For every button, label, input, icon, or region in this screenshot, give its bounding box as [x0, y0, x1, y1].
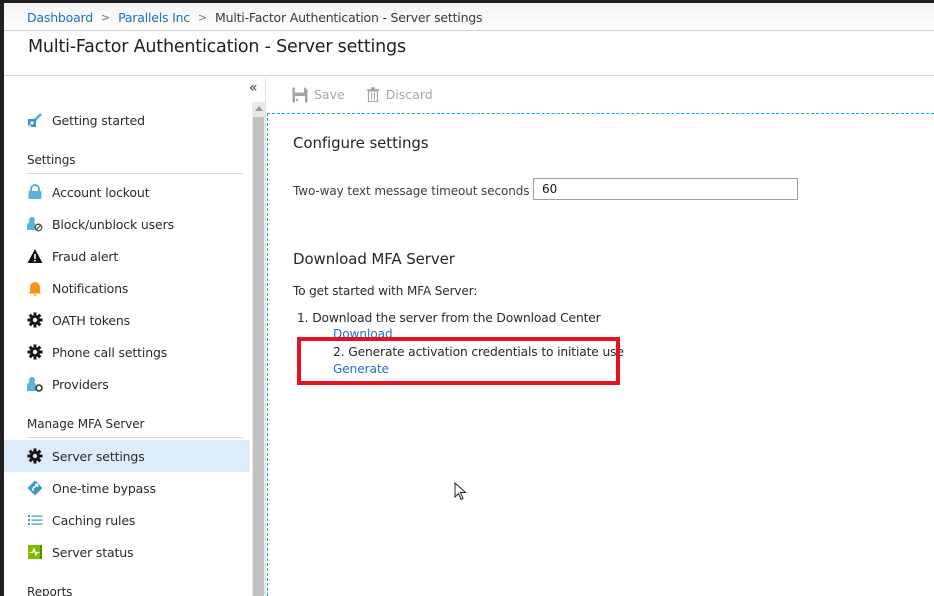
- sidebar-item-getting-started[interactable]: Getting started: [4, 104, 250, 136]
- download-intro-text: To get started with MFA Server:: [293, 284, 478, 298]
- section-divider: [27, 173, 243, 174]
- step-2-text: 2. Generate activation credentials to in…: [333, 345, 624, 359]
- section-label-manage-mfa-server: Manage MFA Server: [27, 417, 145, 431]
- configure-settings-heading: Configure settings: [293, 134, 429, 152]
- command-bar: Save Discard: [267, 77, 934, 112]
- lock-icon: [26, 183, 44, 201]
- sidebar-item-account-lockout[interactable]: Account lockout: [4, 176, 250, 208]
- save-button[interactable]: Save: [292, 87, 345, 103]
- sidebar-item-label: Block/unblock users: [52, 216, 174, 232]
- rocket-icon: [26, 111, 44, 129]
- gear-icon: [26, 447, 44, 465]
- sidebar-item-fraud-alert[interactable]: Fraud alert: [4, 240, 250, 272]
- main-content: Save Discard Configure settings Two-way …: [267, 77, 934, 596]
- warning-icon: [26, 247, 44, 265]
- sidebar-item-label: Caching rules: [52, 512, 136, 528]
- download-link[interactable]: Download: [333, 327, 393, 341]
- timeout-label: Two-way text message timeout seconds: [293, 184, 530, 198]
- breadcrumb-separator: >: [101, 11, 111, 24]
- section-divider: [27, 437, 243, 438]
- sidebar-item-caching-rules[interactable]: Caching rules: [4, 504, 250, 536]
- timeout-seconds-input[interactable]: [533, 178, 798, 200]
- sidebar: « Getting started Settings Account locko…: [4, 77, 266, 596]
- generate-link[interactable]: Generate: [333, 362, 389, 376]
- sidebar-item-notifications[interactable]: Notifications: [4, 272, 250, 304]
- portal-window: Dashboard > Parallels Inc > Multi-Factor…: [4, 3, 934, 596]
- bell-icon: [26, 279, 44, 297]
- gear-icon: [26, 311, 44, 329]
- sidebar-item-one-time-bypass[interactable]: One-time bypass: [4, 472, 250, 504]
- gear-icon: [26, 343, 44, 361]
- discard-button[interactable]: Discard: [366, 87, 433, 102]
- section-label-settings: Settings: [27, 153, 76, 167]
- sidebar-item-label: Fraud alert: [52, 248, 119, 264]
- sidebar-item-label: Account lockout: [52, 184, 150, 200]
- blade-header: Dashboard > Parallels Inc > Multi-Factor…: [4, 3, 934, 76]
- download-mfa-server-heading: Download MFA Server: [293, 250, 455, 268]
- sidebar-item-label: Server status: [52, 544, 134, 560]
- settings-panel: Configure settings Two-way text message …: [267, 113, 934, 596]
- sidebar-item-label: One-time bypass: [52, 480, 156, 496]
- scrollbar-thumb[interactable]: [253, 117, 264, 596]
- discard-label: Discard: [385, 87, 433, 102]
- page-title: Multi-Factor Authentication - Server set…: [28, 37, 406, 57]
- sidebar-item-phone-call-settings[interactable]: Phone call settings: [4, 336, 250, 368]
- breadcrumb-current: Multi-Factor Authentication - Server set…: [215, 10, 483, 25]
- header-divider: [4, 30, 934, 31]
- sidebar-item-providers[interactable]: Providers: [4, 368, 250, 400]
- sidebar-item-label: OATH tokens: [52, 312, 131, 328]
- sidebar-item-oath-tokens[interactable]: OATH tokens: [4, 304, 250, 336]
- sidebar-scrollbar[interactable]: [252, 102, 265, 596]
- breadcrumb-dashboard[interactable]: Dashboard: [27, 10, 93, 25]
- sidebar-item-label: Providers: [52, 376, 109, 392]
- trash-icon: [366, 87, 380, 102]
- mouse-cursor-icon: [454, 481, 468, 506]
- bypass-diamond-icon: [26, 479, 44, 497]
- scroll-up-arrow-icon[interactable]: [255, 106, 263, 111]
- sidebar-item-block-unblock-users[interactable]: Block/unblock users: [4, 208, 250, 240]
- sidebar-item-server-status[interactable]: Server status: [4, 536, 250, 568]
- sidebar-item-label: Notifications: [52, 280, 129, 296]
- step-1-text: 1. Download the server from the Download…: [297, 311, 601, 325]
- sidebar-item-server-settings[interactable]: Server settings: [4, 440, 250, 472]
- list-icon: [26, 511, 44, 529]
- section-label-reports: Reports: [27, 585, 73, 596]
- save-icon: [292, 87, 308, 103]
- user-settings-icon: [26, 375, 44, 393]
- sidebar-item-label: Phone call settings: [52, 344, 168, 360]
- save-label: Save: [314, 87, 345, 102]
- breadcrumb-parallels-inc[interactable]: Parallels Inc: [118, 10, 190, 25]
- user-block-icon: [26, 215, 44, 233]
- sidebar-item-label: Server settings: [52, 448, 145, 464]
- breadcrumb-separator: >: [197, 11, 208, 24]
- sidebar-item-label: Getting started: [52, 112, 145, 128]
- collapse-sidebar-button[interactable]: «: [249, 81, 258, 95]
- breadcrumb: Dashboard > Parallels Inc > Multi-Factor…: [27, 10, 483, 25]
- pulse-icon: [26, 543, 44, 561]
